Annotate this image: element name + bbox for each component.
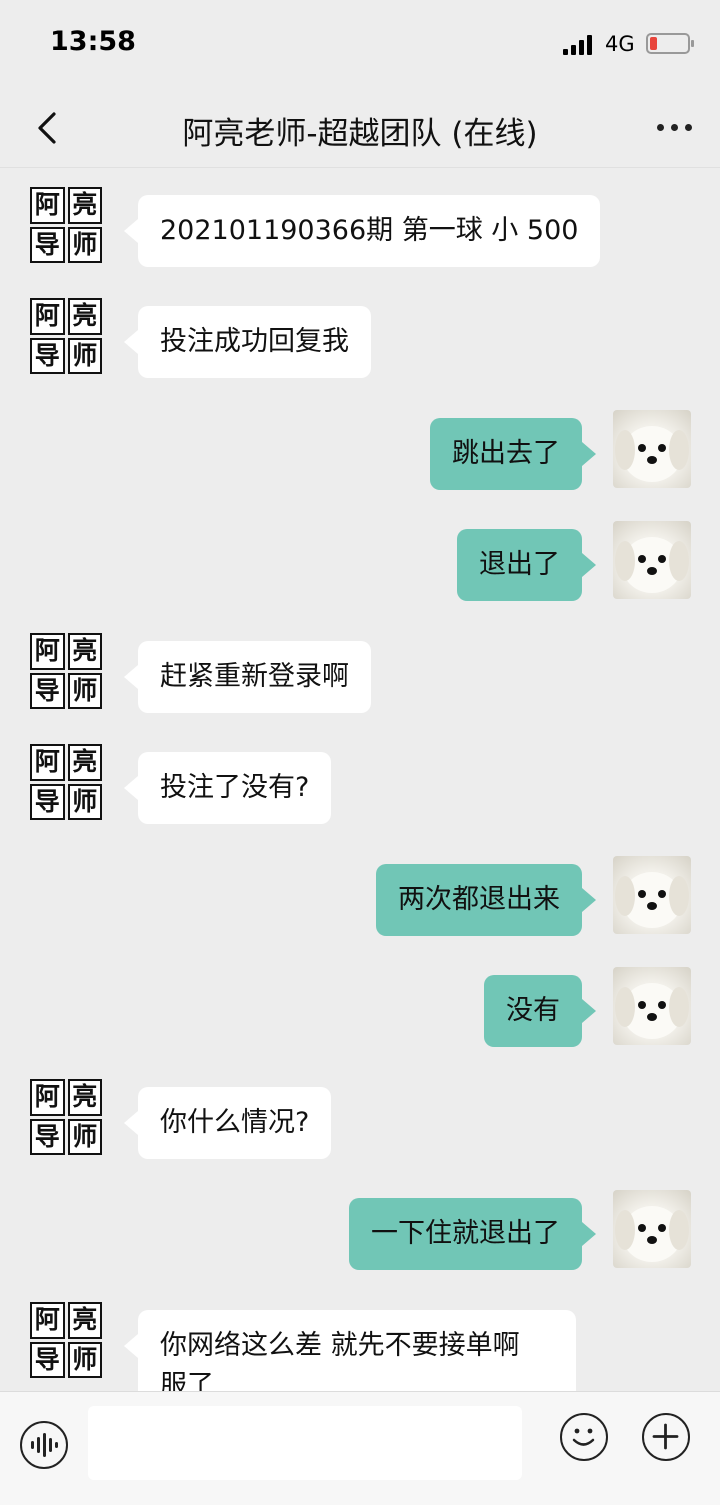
user-avatar[interactable] xyxy=(613,521,691,599)
network-type: 4G xyxy=(605,32,635,56)
battery-icon xyxy=(646,33,694,54)
chat-header: 阿亮老师-超越团队 (在线) xyxy=(0,90,720,168)
message-bubble[interactable]: 202101190366期 第一球 小 500 xyxy=(123,195,601,267)
signal-icon xyxy=(563,35,593,55)
chat-title: 阿亮老师-超越团队 (在线) xyxy=(182,116,538,152)
message-bubble[interactable]: 你什么情况? xyxy=(123,1087,332,1159)
user-avatar[interactable] xyxy=(613,1190,691,1268)
message-bubble[interactable]: 你网络这么差 就先不要接单啊 服了 xyxy=(124,1310,576,1391)
smiley-icon xyxy=(572,1428,595,1446)
teacher-avatar[interactable]: 阿亮导师 xyxy=(30,1302,102,1378)
teacher-avatar[interactable]: 阿亮导师 xyxy=(30,633,102,709)
message-bubble[interactable]: 赶紧重新登录啊 xyxy=(124,641,371,713)
dog-avatar-icon xyxy=(615,872,689,928)
emoji-button[interactable] xyxy=(560,1413,608,1461)
teacher-avatar[interactable]: 阿亮导师 xyxy=(30,187,102,263)
message-bubble[interactable]: 跳出去了 xyxy=(430,418,596,490)
user-avatar[interactable] xyxy=(613,856,691,934)
message-bubble[interactable]: 没有 xyxy=(484,975,596,1047)
teacher-avatar[interactable]: 阿亮导师 xyxy=(30,1079,102,1155)
add-attachment-button[interactable] xyxy=(642,1413,690,1461)
dog-avatar-icon xyxy=(615,537,689,593)
user-avatar[interactable] xyxy=(613,967,691,1045)
message-bubble[interactable]: 退出了 xyxy=(457,529,596,601)
plus-icon xyxy=(652,1423,679,1450)
message-input[interactable] xyxy=(88,1406,522,1480)
message-bubble[interactable]: 两次都退出来 xyxy=(376,864,596,936)
status-time: 13:58 xyxy=(50,26,136,57)
more-icon xyxy=(656,123,664,131)
message-bubble[interactable]: 一下住就退出了 xyxy=(349,1198,596,1270)
teacher-avatar[interactable]: 阿亮导师 xyxy=(30,298,102,374)
voice-button[interactable] xyxy=(20,1421,68,1469)
dog-avatar-icon xyxy=(615,1206,689,1262)
dog-avatar-icon xyxy=(615,426,689,482)
dog-avatar-icon xyxy=(615,983,689,1039)
message-bubble[interactable]: 投注了没有? xyxy=(123,752,332,824)
voice-wave-icon xyxy=(31,1433,58,1457)
teacher-avatar[interactable]: 阿亮导师 xyxy=(30,744,102,820)
message-list[interactable]: 阿亮导师 202101190366期 第一球 小 500 阿亮导师 投注成功回复… xyxy=(0,169,720,1391)
input-bar xyxy=(0,1391,720,1505)
status-bar: 13:58 4G xyxy=(0,0,720,90)
message-bubble[interactable]: 投注成功回复我 xyxy=(124,306,371,378)
more-button[interactable] xyxy=(652,115,696,139)
user-avatar[interactable] xyxy=(613,410,691,488)
